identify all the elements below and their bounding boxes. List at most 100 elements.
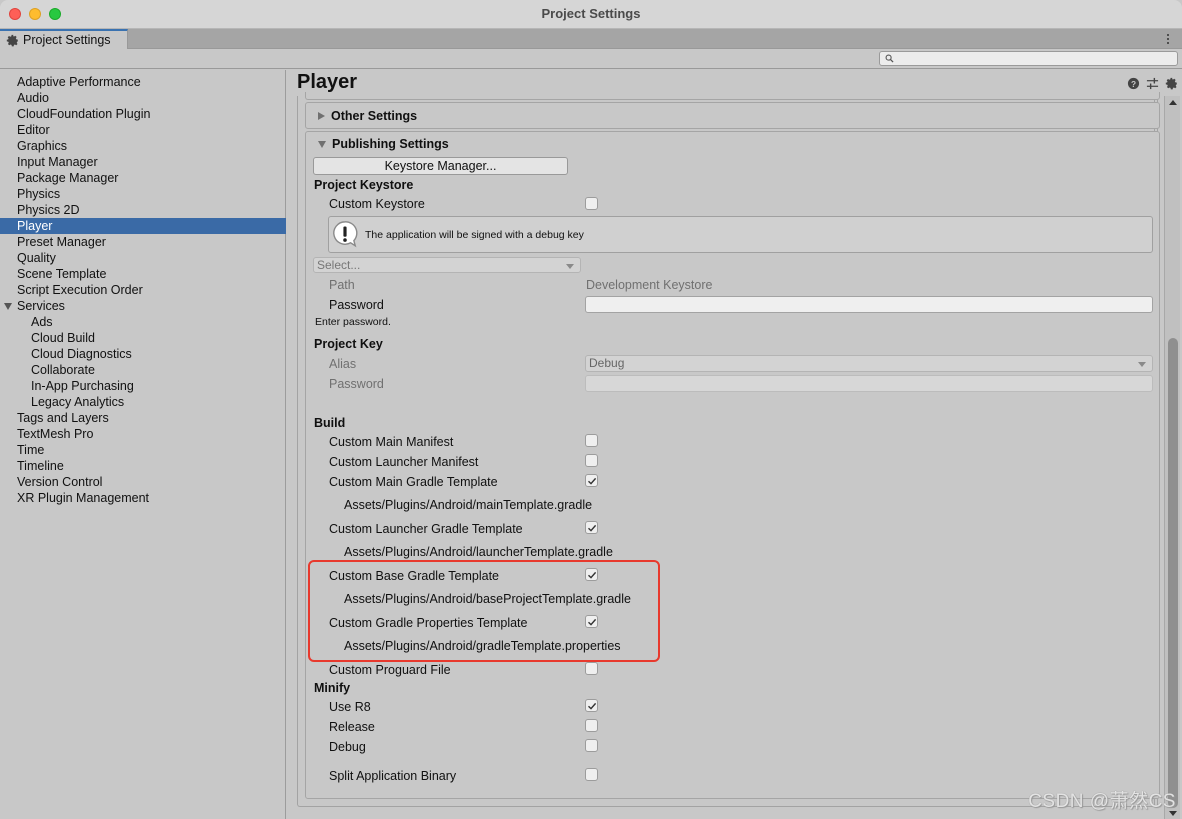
sidebar-item-in-app-purchasing[interactable]: In-App Purchasing bbox=[0, 378, 286, 394]
sidebar-item-version-control[interactable]: Version Control bbox=[0, 474, 286, 490]
sidebar-item-label: Script Execution Order bbox=[17, 283, 143, 297]
sidebar-item-player[interactable]: Player bbox=[0, 218, 286, 234]
sidebar-item-scene-template[interactable]: Scene Template bbox=[0, 266, 286, 282]
key-password-field[interactable] bbox=[585, 375, 1153, 392]
window-title: Project Settings bbox=[541, 6, 641, 21]
vertical-scrollbar[interactable] bbox=[1164, 96, 1180, 819]
settings-main-panel: Player ? Other Settings Publishing Setti… bbox=[287, 70, 1182, 819]
gear-icon bbox=[6, 34, 18, 46]
sidebar-item-label: Audio bbox=[17, 91, 49, 105]
chevron-down-icon bbox=[1138, 362, 1146, 367]
annotation-highlight-box bbox=[308, 560, 660, 662]
split-binary-label: Split Application Binary bbox=[329, 769, 457, 783]
sidebar-item-label: Graphics bbox=[17, 139, 68, 153]
sidebar-item-time[interactable]: Time bbox=[0, 442, 286, 458]
sidebar-item-label: Package Manager bbox=[17, 171, 119, 185]
sidebar-item-xr-plugin-management[interactable]: XR Plugin Management bbox=[0, 490, 286, 506]
sidebar-item-quality[interactable]: Quality bbox=[0, 250, 286, 266]
sidebar-item-input-manager[interactable]: Input Manager bbox=[0, 154, 286, 170]
sidebar-item-adaptive-performance[interactable]: Adaptive Performance bbox=[0, 74, 286, 90]
sidebar-item-ads[interactable]: Ads bbox=[0, 314, 286, 330]
watermark: CSDN @萧然CS bbox=[1028, 791, 1176, 812]
sidebar-item-physics-2d[interactable]: Physics 2D bbox=[0, 202, 286, 218]
custom-launcher-gradle-template-checkbox[interactable] bbox=[585, 521, 598, 534]
sidebar-item-label: Adaptive Performance bbox=[17, 75, 141, 89]
sidebar-item-label: Cloud Build bbox=[31, 331, 95, 345]
expanded-arrow-icon bbox=[318, 140, 326, 148]
use-r8-checkbox[interactable] bbox=[585, 699, 598, 712]
sidebar-item-label: CloudFoundation Plugin bbox=[17, 107, 151, 121]
sidebar-item-editor[interactable]: Editor bbox=[0, 122, 286, 138]
keystore-select-dropdown[interactable]: Select... bbox=[313, 257, 581, 273]
svg-text:?: ? bbox=[1131, 79, 1136, 89]
sidebar-item-label: Physics 2D bbox=[17, 203, 80, 217]
search-input[interactable] bbox=[879, 51, 1178, 66]
custom-main-gradle-template-checkbox[interactable] bbox=[585, 474, 598, 487]
custom-main-manifest-label: Custom Main Manifest bbox=[329, 435, 454, 449]
debug-checkbox[interactable] bbox=[585, 739, 598, 752]
publishing-settings-label: Publishing Settings bbox=[332, 137, 449, 151]
sidebar-item-label: Version Control bbox=[17, 475, 103, 489]
publishing-settings-foldout[interactable]: Publishing Settings bbox=[318, 137, 449, 151]
sidebar-item-collaborate[interactable]: Collaborate bbox=[0, 362, 286, 378]
custom-launcher-manifest-label: Custom Launcher Manifest bbox=[329, 455, 479, 469]
custom-keystore-checkbox[interactable] bbox=[585, 197, 598, 210]
search-row bbox=[0, 49, 1182, 69]
split-binary-checkbox[interactable] bbox=[585, 768, 598, 781]
sidebar-item-label: In-App Purchasing bbox=[31, 379, 134, 393]
sidebar-item-graphics[interactable]: Graphics bbox=[0, 138, 286, 154]
sidebar-item-physics[interactable]: Physics bbox=[0, 186, 286, 202]
keystore-password-field[interactable] bbox=[585, 296, 1153, 313]
settings-sidebar: Adaptive Performance Audio CloudFoundation… bbox=[0, 70, 286, 819]
checkmark-icon bbox=[588, 524, 597, 532]
page-title: Player bbox=[297, 71, 358, 93]
custom-main-gradle-template-label: Custom Main Gradle Template bbox=[329, 475, 498, 489]
tab-project-settings[interactable]: Project Settings bbox=[0, 29, 128, 49]
path-label: Path bbox=[329, 278, 355, 292]
alias-dropdown[interactable]: Debug bbox=[585, 355, 1153, 372]
sidebar-item-label: Time bbox=[17, 443, 45, 457]
sidebar-item-label: Player bbox=[17, 219, 53, 233]
sidebar-item-cloud-build[interactable]: Cloud Build bbox=[0, 330, 286, 346]
custom-launcher-manifest-checkbox[interactable] bbox=[585, 454, 598, 467]
search-icon bbox=[885, 54, 894, 63]
other-settings-foldout[interactable]: Other Settings bbox=[318, 109, 417, 123]
sidebar-item-audio[interactable]: Audio bbox=[0, 90, 286, 106]
sidebar-item-tags-and-layers[interactable]: Tags and Layers bbox=[0, 410, 286, 426]
scroll-up-arrow-icon[interactable] bbox=[1169, 100, 1177, 105]
more-options-icon[interactable] bbox=[1166, 32, 1170, 46]
sidebar-item-textmesh-pro[interactable]: TextMesh Pro bbox=[0, 426, 286, 442]
custom-keystore-label: Custom Keystore bbox=[329, 197, 425, 211]
tab-label: Project Settings bbox=[23, 33, 111, 47]
sidebar-item-preset-manager[interactable]: Preset Manager bbox=[0, 234, 286, 250]
publishing-settings-section: Publishing Settings Keystore Manager... … bbox=[305, 131, 1160, 799]
sidebar-item-script-execution-order[interactable]: Script Execution Order bbox=[0, 282, 286, 298]
sidebar-item-label: Editor bbox=[17, 123, 50, 137]
help-box: The application will be signed with a de… bbox=[328, 216, 1153, 253]
sidebar-item-legacy-analytics[interactable]: Legacy Analytics bbox=[0, 394, 286, 410]
tab-strip: Project Settings bbox=[0, 29, 1182, 49]
sidebar-item-cloudfoundation-plugin[interactable]: CloudFoundation Plugin bbox=[0, 106, 286, 122]
sidebar-item-services[interactable]: Services bbox=[0, 298, 286, 314]
custom-proguard-file-label: Custom Proguard File bbox=[329, 663, 451, 677]
sidebar-item-label: Input Manager bbox=[17, 155, 98, 169]
sidebar-item-label: Collaborate bbox=[31, 363, 95, 377]
keystore-manager-button[interactable]: Keystore Manager... bbox=[313, 157, 568, 175]
sidebar-item-cloud-diagnostics[interactable]: Cloud Diagnostics bbox=[0, 346, 286, 362]
gear-icon[interactable] bbox=[1165, 77, 1178, 90]
custom-main-manifest-checkbox[interactable] bbox=[585, 434, 598, 447]
release-checkbox[interactable] bbox=[585, 719, 598, 732]
custom-launcher-gradle-template-path: Assets/Plugins/Android/launcherTemplate.… bbox=[344, 545, 613, 559]
custom-proguard-file-checkbox[interactable] bbox=[585, 662, 598, 675]
chevron-down-icon bbox=[566, 264, 574, 269]
sidebar-item-timeline[interactable]: Timeline bbox=[0, 458, 286, 474]
preset-sliders-icon[interactable] bbox=[1146, 77, 1159, 90]
build-heading: Build bbox=[314, 416, 346, 430]
expand-arrow-icon[interactable] bbox=[4, 303, 12, 310]
scrollbar-thumb[interactable] bbox=[1168, 338, 1178, 808]
help-icon[interactable]: ? bbox=[1127, 77, 1140, 90]
sidebar-item-label: Legacy Analytics bbox=[31, 395, 125, 409]
sidebar-item-label: Physics bbox=[17, 187, 61, 201]
sidebar-item-label: Cloud Diagnostics bbox=[31, 347, 132, 361]
sidebar-item-package-manager[interactable]: Package Manager bbox=[0, 170, 286, 186]
